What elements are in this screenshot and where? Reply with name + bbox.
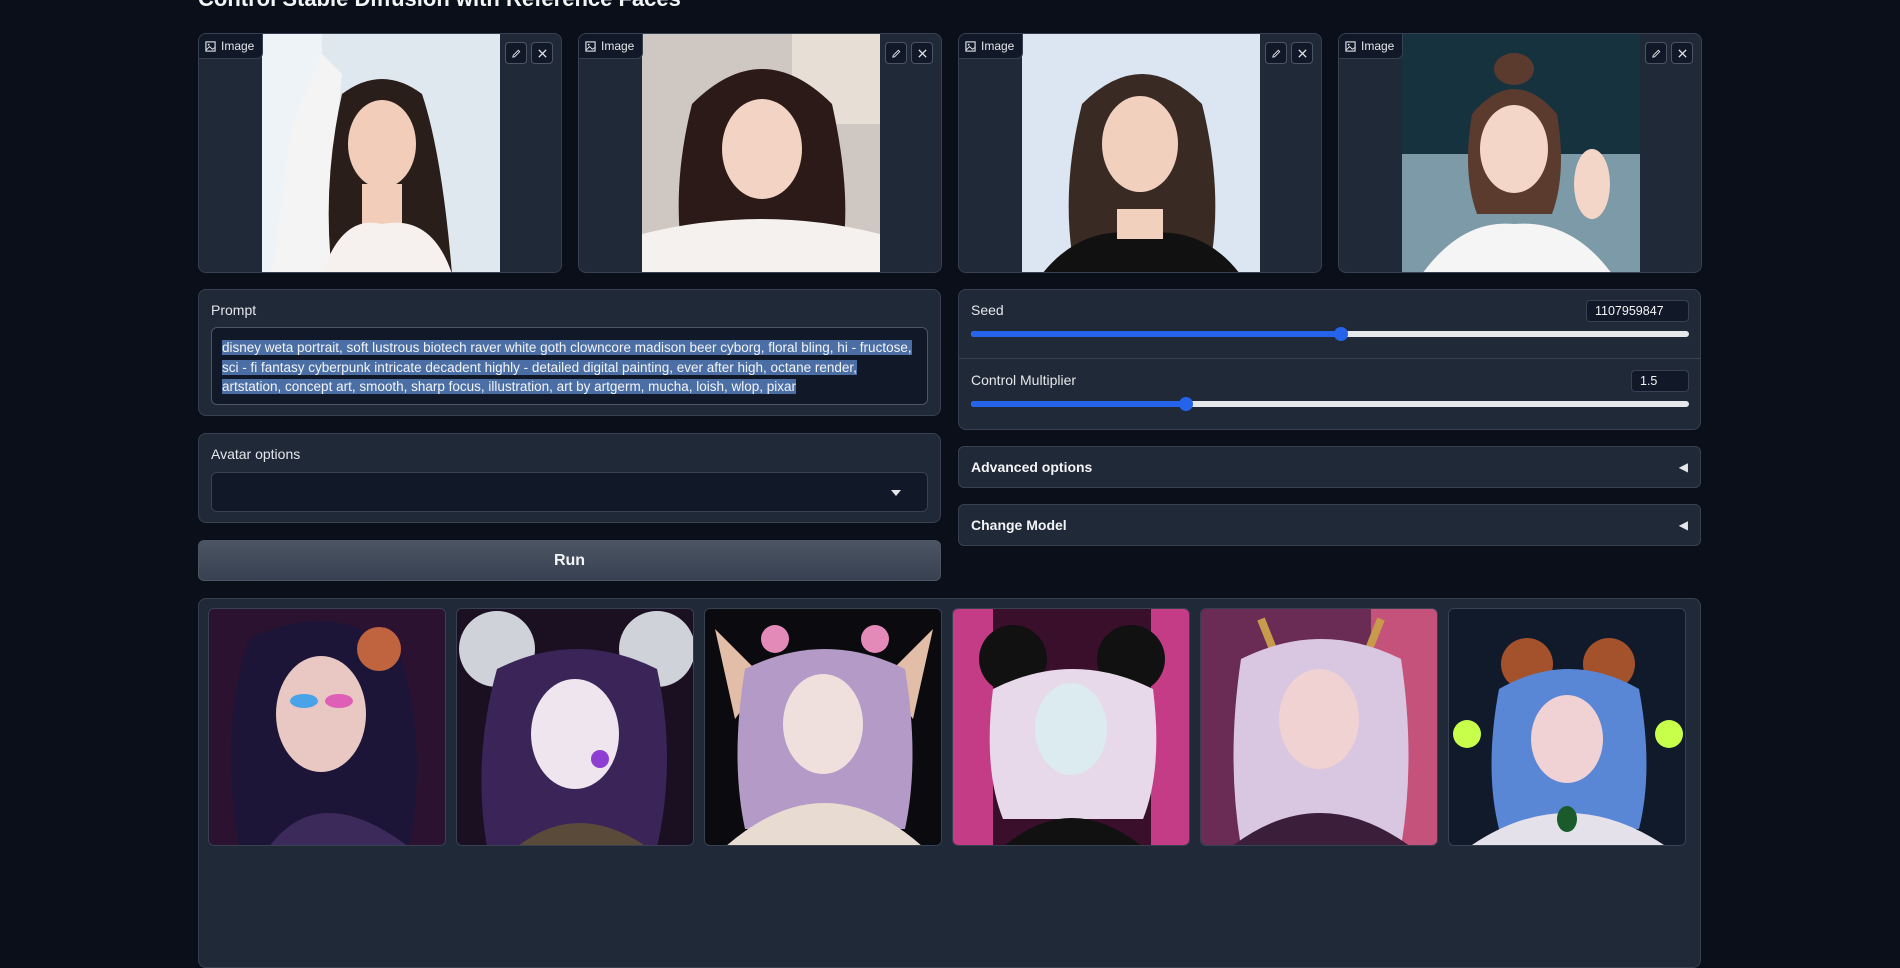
- control-multiplier-number-input[interactable]: 1.5: [1631, 370, 1689, 392]
- face-photo-2: [642, 34, 880, 272]
- image-icon: [205, 40, 216, 52]
- prompt-panel: Prompt disney weta portrait, soft lustro…: [198, 289, 941, 416]
- output-gallery: [198, 598, 1701, 968]
- avatar-options-panel: Avatar options: [198, 433, 941, 523]
- pencil-icon[interactable]: [885, 42, 907, 64]
- seed-label: Seed: [971, 302, 1004, 318]
- control-multiplier-label: Control Multiplier: [971, 372, 1077, 388]
- prompt-textarea[interactable]: disney weta portrait, soft lustrous biot…: [211, 327, 928, 405]
- collapse-arrow-icon: ◀: [1678, 518, 1688, 532]
- control-multiplier-slider-handle[interactable]: [1179, 397, 1194, 411]
- image-label: Image: [579, 34, 644, 59]
- gallery-image-2[interactable]: [456, 608, 694, 846]
- gallery-image-6[interactable]: [1448, 608, 1686, 846]
- close-icon[interactable]: [1291, 42, 1313, 64]
- run-button[interactable]: Run: [198, 540, 941, 581]
- sliders-panel: Seed 1107959847 Control Multiplier 1.5: [958, 289, 1701, 430]
- avatar-options-dropdown[interactable]: [211, 472, 928, 512]
- gallery-image-4[interactable]: [952, 608, 1190, 846]
- seed-slider-handle[interactable]: [1334, 327, 1349, 341]
- image-label: Image: [199, 34, 264, 59]
- face-photo-3: [1022, 34, 1260, 272]
- gallery-image-5[interactable]: [1200, 608, 1438, 846]
- advanced-options-accordion[interactable]: Advanced options ◀: [958, 446, 1701, 488]
- prompt-label: Prompt: [211, 302, 257, 318]
- image-icon: [1345, 40, 1356, 52]
- close-icon[interactable]: [911, 42, 933, 64]
- reference-image-3[interactable]: Image: [958, 33, 1322, 273]
- control-multiplier-slider[interactable]: [971, 397, 1689, 411]
- control-multiplier-slider-fill: [971, 401, 1187, 407]
- pencil-icon[interactable]: [1645, 42, 1667, 64]
- reference-image-4[interactable]: Image: [1338, 33, 1702, 273]
- pencil-icon[interactable]: [1265, 42, 1287, 64]
- face-photo-1: [262, 34, 500, 272]
- chevron-down-icon: [891, 490, 901, 496]
- reference-image-1[interactable]: Image: [198, 33, 562, 273]
- image-label: Image: [959, 34, 1024, 59]
- image-icon: [965, 40, 976, 52]
- image-icon: [585, 40, 596, 52]
- seed-slider[interactable]: [971, 327, 1689, 341]
- seed-number-input[interactable]: 1107959847: [1586, 300, 1689, 322]
- seed-slider-fill: [971, 331, 1342, 337]
- avatar-options-label: Avatar options: [211, 446, 301, 462]
- gallery-image-3[interactable]: [704, 608, 942, 846]
- close-icon[interactable]: [1671, 42, 1693, 64]
- change-model-accordion[interactable]: Change Model ◀: [958, 504, 1701, 546]
- pencil-icon[interactable]: [505, 42, 527, 64]
- face-photo-4: [1402, 34, 1640, 272]
- gallery-image-1[interactable]: [208, 608, 446, 846]
- collapse-arrow-icon: ◀: [1678, 460, 1688, 474]
- page-title: Control Stable Diffusion with Reference …: [198, 0, 681, 12]
- close-icon[interactable]: [531, 42, 553, 64]
- reference-image-2[interactable]: Image: [578, 33, 942, 273]
- image-label: Image: [1339, 34, 1404, 59]
